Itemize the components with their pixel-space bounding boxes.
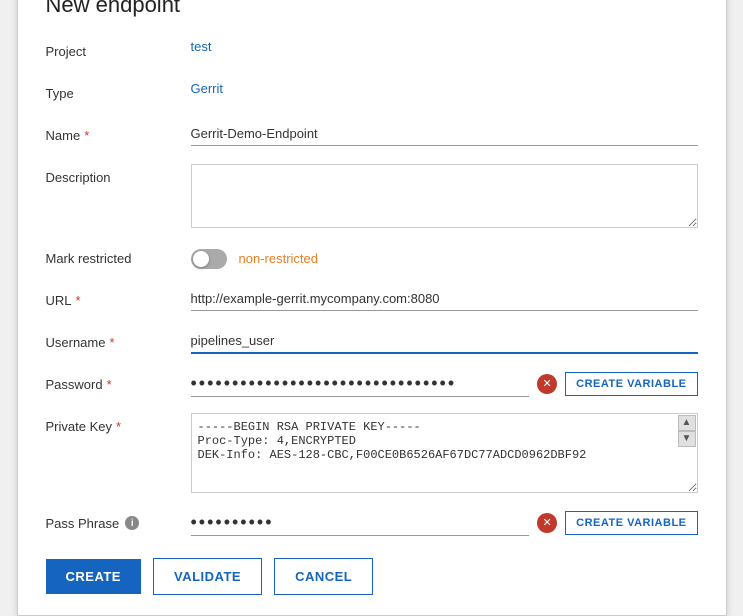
password-label: Password *: [46, 371, 191, 392]
url-field: [191, 287, 698, 311]
url-label: URL *: [46, 287, 191, 308]
description-label: Description: [46, 164, 191, 185]
scroll-down-arrow[interactable]: ▼: [678, 431, 696, 447]
username-field: [191, 329, 698, 354]
username-row: Username *: [46, 329, 698, 359]
private-key-field: -----BEGIN RSA PRIVATE KEY----- Proc-Typ…: [191, 413, 698, 498]
name-field: [191, 122, 698, 146]
pass-phrase-clear-icon[interactable]: [537, 513, 557, 533]
type-value: Gerrit: [191, 75, 224, 96]
password-clear-icon[interactable]: [537, 374, 557, 394]
username-label: Username *: [46, 329, 191, 350]
project-value: test: [191, 33, 212, 54]
type-row: Type Gerrit: [46, 80, 698, 110]
type-field: Gerrit: [191, 80, 698, 98]
type-label: Type: [46, 80, 191, 101]
url-required-star: *: [76, 293, 81, 308]
scroll-up-arrow[interactable]: ▲: [678, 415, 696, 431]
dialog-title: New endpoint: [46, 0, 698, 18]
pass-phrase-create-variable-button[interactable]: CREATE VARIABLE: [565, 511, 697, 535]
pass-phrase-row: Pass Phrase i CREATE VARIABLE: [46, 510, 698, 540]
mark-restricted-label: Mark restricted: [46, 245, 191, 266]
project-label: Project: [46, 38, 191, 59]
scroll-arrows: ▲ ▼: [678, 415, 696, 447]
pass-phrase-row-inner: CREATE VARIABLE: [191, 510, 698, 536]
password-row: Password * CREATE VARIABLE: [46, 371, 698, 401]
name-required-star: *: [84, 128, 89, 143]
private-key-label: Private Key *: [46, 413, 191, 434]
toggle-thumb: [193, 251, 209, 267]
private-key-row: Private Key * -----BEGIN RSA PRIVATE KEY…: [46, 413, 698, 498]
username-input[interactable]: [191, 329, 698, 354]
url-row: URL *: [46, 287, 698, 317]
description-field: [191, 164, 698, 233]
toggle-row: non-restricted: [191, 245, 698, 269]
private-key-input[interactable]: -----BEGIN RSA PRIVATE KEY----- Proc-Typ…: [191, 413, 698, 493]
pass-phrase-info-icon[interactable]: i: [125, 516, 139, 530]
project-field: test: [191, 38, 698, 56]
project-row: Project test: [46, 38, 698, 68]
name-label: Name *: [46, 122, 191, 143]
name-input[interactable]: [191, 122, 698, 146]
toggle-status-label: non-restricted: [239, 251, 318, 266]
footer-buttons: CREATE VALIDATE CANCEL: [46, 558, 698, 595]
description-row: Description: [46, 164, 698, 233]
cancel-button[interactable]: CANCEL: [274, 558, 373, 595]
password-create-variable-button[interactable]: CREATE VARIABLE: [565, 372, 697, 396]
pass-phrase-input[interactable]: [191, 510, 530, 536]
password-field: CREATE VARIABLE: [191, 371, 698, 397]
username-required-star: *: [109, 335, 114, 350]
mark-restricted-field: non-restricted: [191, 245, 698, 269]
name-row: Name *: [46, 122, 698, 152]
pass-phrase-field: CREATE VARIABLE: [191, 510, 698, 536]
password-required-star: *: [107, 377, 112, 392]
description-input[interactable]: [191, 164, 698, 228]
url-input[interactable]: [191, 287, 698, 311]
pass-phrase-label: Pass Phrase i: [46, 510, 191, 531]
mark-restricted-row: Mark restricted non-restricted: [46, 245, 698, 275]
validate-button[interactable]: VALIDATE: [153, 558, 262, 595]
password-input[interactable]: [191, 371, 530, 397]
create-button[interactable]: CREATE: [46, 559, 141, 594]
mark-restricted-toggle[interactable]: [191, 249, 227, 269]
password-row-inner: CREATE VARIABLE: [191, 371, 698, 397]
private-key-required-star: *: [116, 419, 121, 434]
new-endpoint-dialog: New endpoint Project test Type Gerrit Na…: [17, 0, 727, 616]
